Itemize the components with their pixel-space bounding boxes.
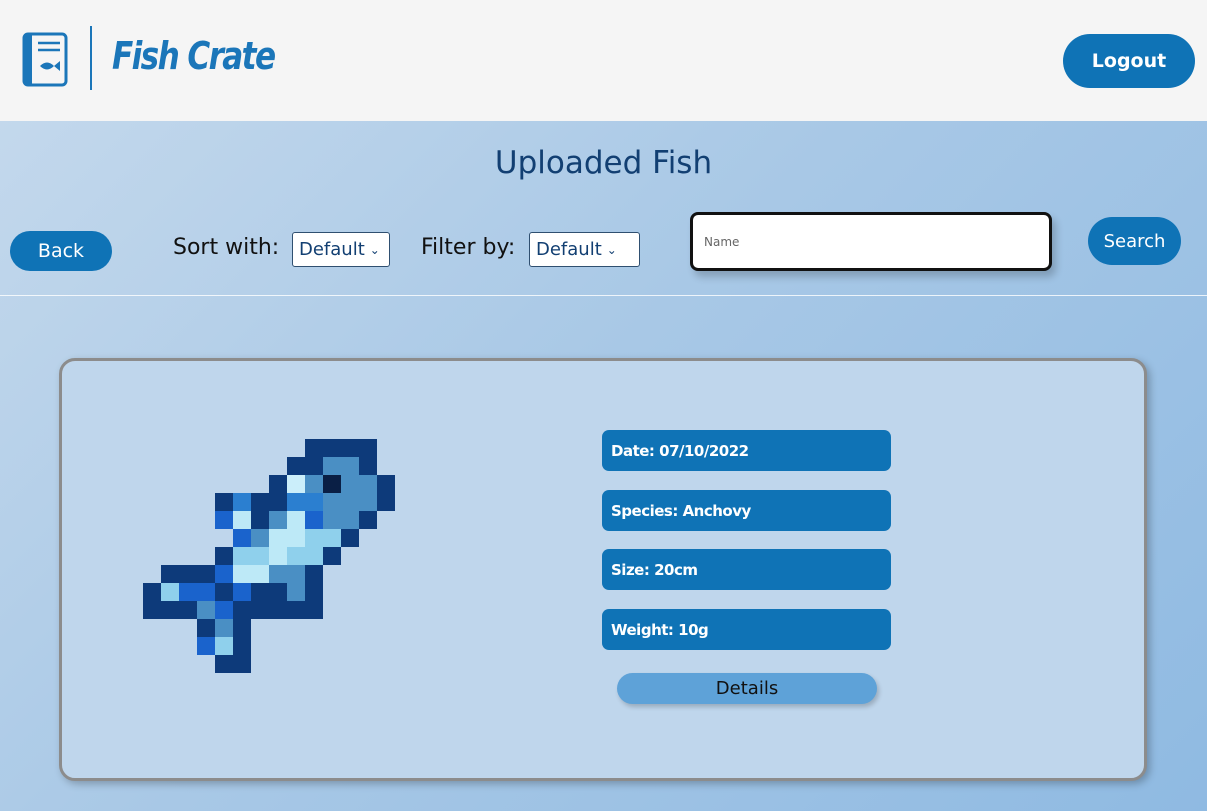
fish-book-icon xyxy=(22,32,68,87)
sort-label: Sort with: xyxy=(173,235,280,260)
main-content: Uploaded Fish Back Sort with: Default ⌄ … xyxy=(0,121,1207,811)
sort-select-value: Default xyxy=(299,239,365,260)
filter-select[interactable]: Default ⌄ xyxy=(529,232,640,267)
name-search-input[interactable] xyxy=(690,212,1052,271)
fish-card: Date: 07/10/2022 Species: Anchovy Size: … xyxy=(59,358,1147,781)
details-button[interactable]: Details xyxy=(617,673,877,704)
sort-select[interactable]: Default ⌄ xyxy=(292,232,390,267)
chevron-down-icon: ⌄ xyxy=(606,242,617,257)
fish-weight: Weight: 10g xyxy=(602,609,891,650)
brand-name: Fish Crate xyxy=(112,34,276,78)
fish-date: Date: 07/10/2022 xyxy=(602,430,891,471)
logo-divider xyxy=(90,26,92,90)
chevron-down-icon: ⌄ xyxy=(369,242,380,257)
fish-species: Species: Anchovy xyxy=(602,490,891,531)
app-header: Fish Crate Logout xyxy=(0,0,1207,121)
pixel-fish-image xyxy=(143,439,395,673)
filter-select-value: Default xyxy=(536,239,602,260)
filter-label: Filter by: xyxy=(421,235,516,260)
toolbar-divider xyxy=(0,295,1207,296)
page-title: Uploaded Fish xyxy=(494,145,713,181)
search-button[interactable]: Search xyxy=(1088,217,1181,265)
logout-button[interactable]: Logout xyxy=(1063,34,1195,88)
back-button[interactable]: Back xyxy=(10,231,112,271)
fish-size: Size: 20cm xyxy=(602,549,891,590)
